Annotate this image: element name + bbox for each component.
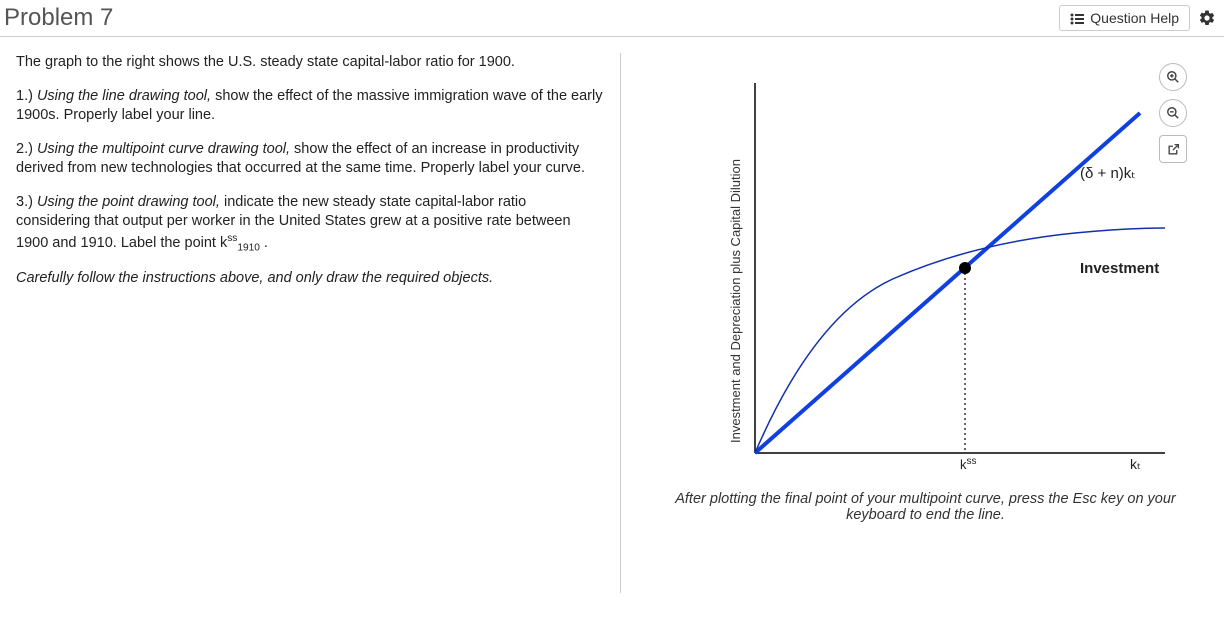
header-actions: Question Help	[1059, 5, 1216, 31]
question-1: 1.) Using the line drawing tool, show th…	[16, 87, 604, 126]
depreciation-line	[755, 113, 1140, 453]
intro-text: The graph to the right shows the U.S. st…	[16, 53, 604, 73]
graph-hint: After plotting the final point of your m…	[635, 491, 1216, 523]
popout-button[interactable]	[1159, 135, 1187, 163]
footer-instruction: Carefully follow the instructions above,…	[16, 269, 604, 289]
x-tick-kt: kₜ	[1130, 456, 1141, 472]
line-label: (δ + n)kₜ	[1080, 165, 1136, 182]
page-title: Problem 7	[4, 4, 113, 32]
list-icon	[1070, 12, 1084, 24]
content: The graph to the right shows the U.S. st…	[0, 37, 1224, 601]
graph-canvas[interactable]: Investment and Depreciation plus Capital…	[635, 53, 1195, 483]
question-2: 2.) Using the multipoint curve drawing t…	[16, 140, 604, 179]
question-3: 3.) Using the point drawing tool, indica…	[16, 193, 604, 256]
zoom-in-button[interactable]	[1159, 63, 1187, 91]
question-help-button[interactable]: Question Help	[1059, 5, 1190, 31]
zoom-out-button[interactable]	[1159, 99, 1187, 127]
graph-panel: Investment and Depreciation plus Capital…	[625, 53, 1216, 593]
header: Problem 7 Question Help	[0, 0, 1224, 37]
vertical-divider	[620, 53, 621, 593]
instructions-panel: The graph to the right shows the U.S. st…	[16, 53, 616, 593]
question-help-label: Question Help	[1090, 10, 1179, 26]
graph-tools	[1159, 63, 1187, 163]
curve-label: Investment	[1080, 260, 1159, 277]
x-tick-kss: kss	[960, 456, 977, 472]
y-axis-label: Investment and Depreciation plus Capital…	[728, 159, 743, 443]
gear-icon[interactable]	[1198, 9, 1216, 27]
